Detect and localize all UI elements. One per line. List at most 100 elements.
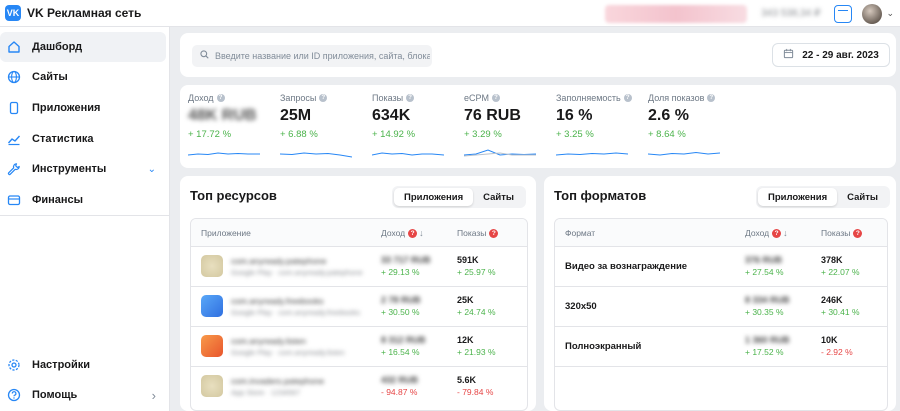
- column-header-income[interactable]: Доход? ↓: [381, 228, 424, 238]
- app-title: VK Рекламная сеть: [27, 6, 142, 20]
- shows-delta: + 21.93 %: [457, 347, 496, 357]
- app-name: com.anyready.patephone: [231, 256, 327, 266]
- panel-title: Топ ресурсов: [190, 188, 277, 203]
- income-value: 432 RUB: [381, 375, 419, 385]
- info-icon[interactable]: ?: [623, 94, 632, 102]
- table-row[interactable]: com.anyready.freebooks Google Play · com…: [191, 287, 527, 327]
- app-icon: [201, 335, 223, 357]
- metric-share[interactable]: Доля показов? 2.6 % + 8.64 %: [647, 93, 728, 163]
- income-delta: + 16.54 %: [381, 347, 420, 357]
- sidebar-item-tools[interactable]: Инструменты ⌄: [0, 154, 166, 184]
- date-range-picker[interactable]: 22 - 29 авг. 2023: [772, 43, 890, 67]
- help-icon[interactable]: ?: [853, 228, 863, 238]
- metric-value: 48K RUB: [188, 107, 257, 124]
- help-icon[interactable]: ?: [772, 228, 782, 238]
- metric-title: Доля показов: [648, 93, 705, 103]
- info-icon[interactable]: ?: [707, 94, 716, 102]
- help-icon: [6, 387, 22, 403]
- table-row[interactable]: com.anyready.patephone Google Play · com…: [191, 247, 527, 287]
- app-subtitle: Google Play · com.anyready.patephone: [231, 268, 363, 277]
- sidebar-item-dashboard[interactable]: Дашборд: [0, 32, 166, 62]
- chevron-down-icon[interactable]: ⌄: [886, 8, 894, 19]
- sparkline: [371, 152, 445, 156]
- chevron-right-icon: ›: [151, 387, 156, 403]
- metric-delta: + 8.64 %: [648, 129, 686, 140]
- metrics-panel: Доход? 48K RUB + 17.72 % Запросы? 25M + …: [180, 85, 896, 168]
- column-header-app[interactable]: Приложение: [201, 228, 251, 238]
- account-banner: [605, 4, 748, 23]
- sidebar-item-sites[interactable]: Сайты: [0, 62, 166, 92]
- sidebar-item-statistics[interactable]: Статистика: [0, 124, 166, 154]
- sparkline: [647, 151, 721, 156]
- search-icon: [200, 50, 209, 62]
- balance-amount: 343 538,34 ₽: [761, 8, 821, 19]
- shows-delta: + 25.97 %: [457, 267, 496, 277]
- search-input[interactable]: [215, 51, 430, 61]
- metric-title: Показы: [372, 93, 404, 103]
- help-icon[interactable]: ?: [408, 228, 418, 238]
- metric-value: 16 %: [556, 107, 593, 124]
- table-header: Приложение Доход? ↓ Показы?: [191, 219, 527, 247]
- table-header: Формат Доход? ↓ Показы?: [555, 219, 887, 247]
- table-row[interactable]: com.anyready.listen Google Play · com.an…: [191, 327, 527, 367]
- metric-shows[interactable]: Показы? 634K + 14.92 %: [371, 93, 452, 163]
- column-header-label: Доход: [745, 228, 770, 238]
- metric-requests[interactable]: Запросы? 25M + 6.88 %: [279, 93, 360, 163]
- sidebar-item-label: Приложения: [32, 102, 101, 114]
- metric-delta: + 6.88 %: [280, 129, 318, 140]
- top-bar: VK VK Рекламная сеть 343 538,34 ₽ ⌄: [0, 0, 900, 27]
- sort-down-icon[interactable]: ↓: [419, 228, 424, 238]
- shows-delta: + 30.41 %: [821, 307, 860, 317]
- avatar[interactable]: [862, 3, 883, 24]
- sidebar-item-label: Финансы: [32, 194, 84, 206]
- search-field[interactable]: [192, 45, 432, 67]
- metric-income[interactable]: Доход? 48K RUB + 17.72 %: [187, 93, 268, 163]
- shows-delta: - 2.92 %: [821, 347, 853, 357]
- column-header-label: Показы: [457, 228, 487, 238]
- metric-delta: + 14.92 %: [372, 129, 416, 140]
- sidebar-item-apps[interactable]: Приложения: [0, 93, 166, 123]
- sidebar-item-settings[interactable]: Настройки: [0, 350, 166, 380]
- column-header-shows[interactable]: Показы?: [457, 228, 499, 238]
- resource-type-switch: Приложения Сайты: [392, 186, 526, 208]
- table-row[interactable]: com.invaders.patephone App Store · 12345…: [191, 367, 527, 407]
- metric-title: Доход: [188, 93, 214, 103]
- table-row[interactable]: 320x50 8 334 RUB + 30.35 % 246K + 30.41 …: [555, 287, 887, 327]
- info-icon[interactable]: ?: [216, 94, 225, 102]
- income-delta: + 27.54 %: [745, 267, 784, 277]
- sidebar-item-finance[interactable]: Финансы: [0, 185, 166, 215]
- sparkline: [279, 152, 353, 158]
- sort-down-icon[interactable]: ↓: [783, 228, 788, 238]
- tab-apps[interactable]: Приложения: [394, 188, 474, 206]
- info-icon[interactable]: ?: [492, 94, 501, 102]
- sidebar-item-help[interactable]: Помощь ›: [0, 380, 166, 410]
- metric-ecpm[interactable]: eCPM? 76 RUB + 3.29 %: [463, 93, 544, 163]
- info-icon[interactable]: ?: [406, 94, 415, 102]
- metric-title: Запросы: [280, 93, 317, 103]
- logo[interactable]: VK VK Рекламная сеть: [5, 5, 141, 21]
- column-header-format[interactable]: Формат: [565, 228, 595, 238]
- column-header-shows[interactable]: Показы?: [821, 228, 863, 238]
- metric-delta: + 17.72 %: [188, 129, 232, 140]
- metric-delta: + 3.25 %: [556, 129, 594, 140]
- table-row[interactable]: Видео за вознаграждение 376 RUB + 27.54 …: [555, 247, 887, 287]
- income-value: 8 312 RUB: [381, 335, 426, 345]
- panel-title: Топ форматов: [554, 188, 647, 203]
- help-icon[interactable]: ?: [489, 228, 499, 238]
- tab-apps[interactable]: Приложения: [758, 188, 838, 206]
- tab-sites[interactable]: Сайты: [837, 188, 888, 206]
- sparkline: [187, 152, 260, 156]
- tab-sites[interactable]: Сайты: [473, 188, 524, 206]
- app-icon: [201, 295, 223, 317]
- column-header-income[interactable]: Доход? ↓: [745, 228, 788, 238]
- income-delta: + 30.50 %: [381, 307, 420, 317]
- shows-value: 378K: [821, 255, 843, 265]
- info-icon[interactable]: ?: [319, 94, 328, 102]
- wallet-icon[interactable]: [834, 4, 853, 23]
- metric-value: 25M: [280, 107, 312, 124]
- calendar-icon: [783, 48, 794, 62]
- home-icon: [6, 39, 22, 55]
- sidebar: Дашборд Сайты Приложения Статистика Инст…: [0, 27, 170, 411]
- table-row[interactable]: Полноэкранный 1 360 RUB + 17.52 % 10K - …: [555, 327, 887, 367]
- metric-fill-rate[interactable]: Заполняемость? 16 % + 3.25 %: [555, 93, 636, 163]
